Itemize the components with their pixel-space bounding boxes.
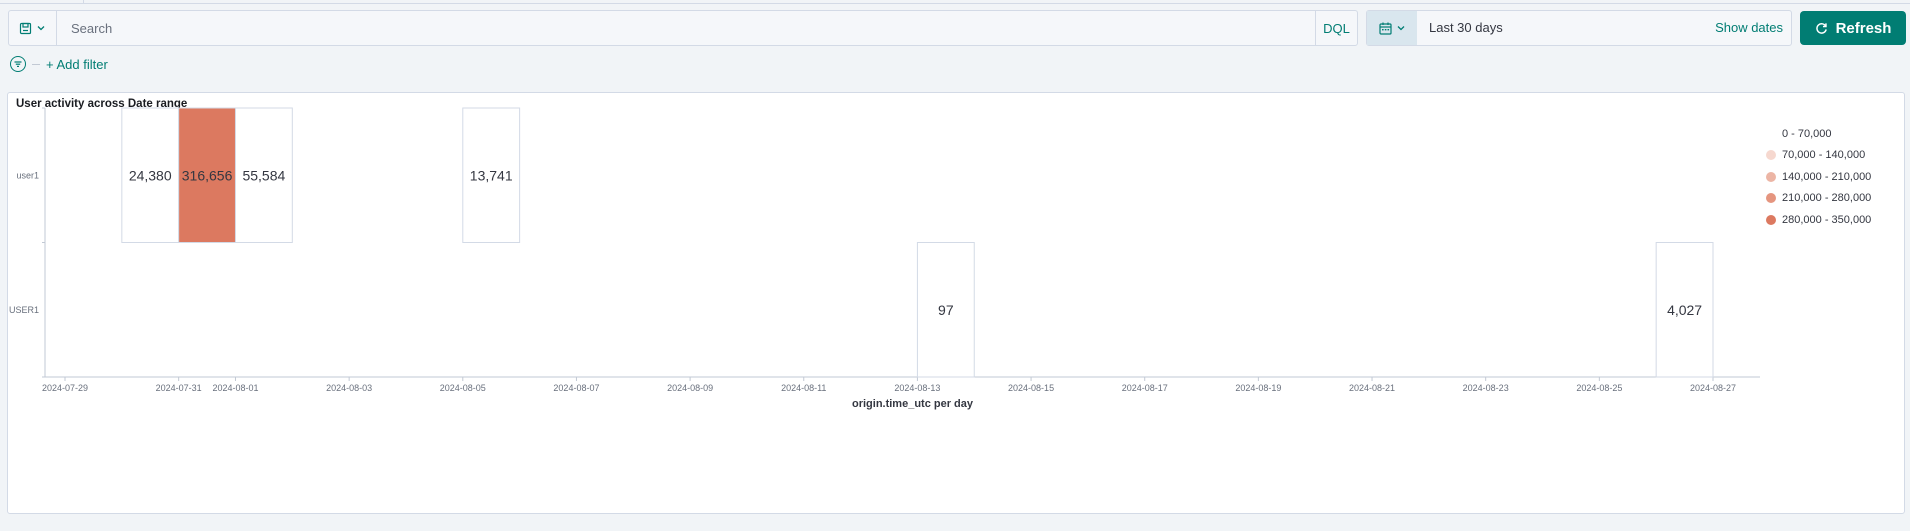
refresh-icon <box>1815 22 1827 34</box>
refresh-button[interactable]: Refresh <box>1800 11 1906 45</box>
cell-value-label: 55,584 <box>242 167 285 183</box>
tab-divider <box>0 0 84 3</box>
visualization-panel: User activity across Date range user1 USE… <box>7 92 1905 514</box>
query-bar: DQL <box>8 10 1358 46</box>
save-icon <box>19 22 32 34</box>
add-filter-button[interactable]: + Add filter <box>46 57 108 72</box>
legend-item[interactable]: 210,000 - 280,000 <box>1766 188 1896 210</box>
search-input[interactable] <box>63 11 1313 45</box>
x-tick-label: 2024-08-09 <box>667 383 713 393</box>
top-tab-strip <box>0 0 1910 4</box>
legend-swatch <box>1766 193 1776 204</box>
cell-value-label: 13,741 <box>470 167 513 183</box>
x-tick-label: 2024-08-27 <box>1690 383 1736 393</box>
filter-separator <box>32 63 40 65</box>
filter-options-button[interactable] <box>10 56 26 72</box>
legend-label: 210,000 - 280,000 <box>1782 192 1872 205</box>
x-tick-label: 2024-08-07 <box>553 383 599 393</box>
cell-value-label: 24,380 <box>129 167 172 183</box>
x-tick-label: 2024-08-23 <box>1463 383 1509 393</box>
legend-swatch <box>1766 150 1776 161</box>
legend-label: 280,000 - 350,000 <box>1782 213 1872 226</box>
legend-swatch <box>1766 171 1776 182</box>
legend-item[interactable]: 280,000 - 350,000 <box>1766 209 1896 231</box>
x-tick-label: 2024-08-19 <box>1235 383 1281 393</box>
x-tick-label: 2024-08-15 <box>1008 383 1054 393</box>
chevron-down-icon <box>37 26 45 31</box>
x-tick-label: 2024-08-13 <box>894 383 940 393</box>
date-picker: Last 30 days Show dates <box>1366 10 1792 46</box>
show-dates-button[interactable]: Show dates <box>1715 11 1783 45</box>
x-tick-label: 2024-08-21 <box>1349 383 1395 393</box>
x-tick-label: 2024-08-25 <box>1576 383 1622 393</box>
cell-value-label: 316,656 <box>182 167 233 183</box>
x-tick-label: 2024-08-17 <box>1122 383 1168 393</box>
legend-item[interactable]: 70,000 - 140,000 <box>1766 145 1896 167</box>
x-tick-label: 2024-08-01 <box>212 383 258 393</box>
legend-item[interactable]: 140,000 - 210,000 <box>1766 166 1896 188</box>
saved-queries-button[interactable] <box>9 11 57 45</box>
legend-swatch <box>1766 214 1776 225</box>
date-range-label[interactable]: Last 30 days <box>1423 11 1503 45</box>
cell-value-label: 97 <box>938 302 954 318</box>
legend-label: 0 - 70,000 <box>1782 127 1832 140</box>
calendar-icon <box>1378 22 1392 35</box>
heatmap-chart: user1 USER1 2024-07-29 2024-07-31 2024-08-01… <box>9 107 1760 410</box>
heatmap-legend: 0 - 70,000 70,000 - 140,000 140,000 - 210,… <box>1766 123 1896 231</box>
quick-menu-button[interactable] <box>1367 11 1417 45</box>
x-axis-title: origin.time_utc per day <box>852 398 974 410</box>
refresh-label: Refresh <box>1835 19 1892 37</box>
x-tick-label: 2024-07-31 <box>156 383 202 393</box>
x-tick-label: 2024-07-29 <box>42 383 88 393</box>
x-tick-label: 2024-08-05 <box>440 383 486 393</box>
y-tick-label: USER1 <box>9 305 39 315</box>
filter-icon <box>14 61 22 68</box>
legend-label: 70,000 - 140,000 <box>1782 149 1866 162</box>
chevron-down-icon <box>1397 26 1404 31</box>
x-tick-label: 2024-08-03 <box>326 383 372 393</box>
filter-row: + Add filter <box>10 54 108 74</box>
cell-value-label: 4,027 <box>1667 302 1702 318</box>
x-tick-label: 2024-08-11 <box>781 383 826 393</box>
legend-item[interactable]: 0 - 70,000 <box>1766 123 1896 145</box>
y-tick-label: user1 <box>16 170 39 180</box>
legend-swatch <box>1766 128 1776 139</box>
query-language-button[interactable]: DQL <box>1315 11 1357 45</box>
legend-label: 140,000 - 210,000 <box>1782 170 1872 183</box>
